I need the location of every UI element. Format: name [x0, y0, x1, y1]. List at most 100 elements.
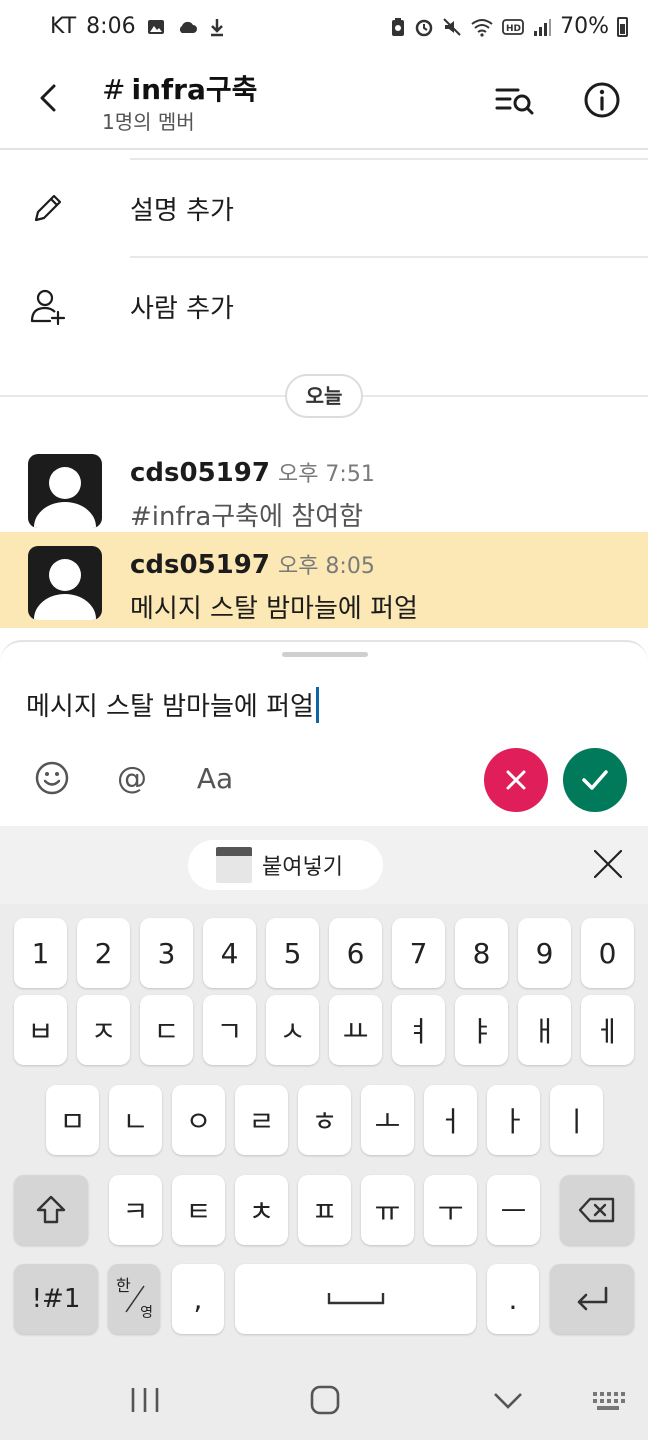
- recent-apps-icon[interactable]: [125, 1380, 165, 1420]
- mute-icon: [443, 17, 461, 36]
- key[interactable]: ㅓ: [424, 1085, 477, 1155]
- key[interactable]: 1: [14, 918, 67, 988]
- paste-button[interactable]: 붙여넣기: [188, 840, 383, 890]
- enter-icon: [577, 1286, 608, 1311]
- avatar[interactable]: [28, 546, 102, 620]
- home-icon[interactable]: [305, 1380, 345, 1420]
- emoji-button[interactable]: [30, 756, 74, 800]
- symbols-key[interactable]: !#1: [14, 1264, 98, 1334]
- key[interactable]: 0: [581, 918, 634, 988]
- wifi-icon: [471, 18, 493, 37]
- key[interactable]: ㅅ: [266, 995, 319, 1065]
- key[interactable]: ㅣ: [550, 1085, 603, 1155]
- clipboard-bar: 붙여넣기: [0, 826, 648, 904]
- key[interactable]: ㄴ: [109, 1085, 162, 1155]
- period-key[interactable]: .: [487, 1264, 539, 1334]
- hide-keyboard-icon[interactable]: [488, 1380, 528, 1420]
- message-text: 메시지 스탈 밤마늘에 퍼얼: [130, 594, 418, 624]
- message-input[interactable]: 메시지 스탈 밤마늘에 퍼얼: [26, 686, 319, 723]
- comma-key[interactable]: ,: [172, 1264, 224, 1334]
- clipboard-thumbnail-icon: [216, 847, 252, 883]
- key[interactable]: ㅕ: [392, 995, 445, 1065]
- pencil-icon: [34, 194, 62, 222]
- key[interactable]: 4: [203, 918, 256, 988]
- backspace-key[interactable]: [560, 1175, 634, 1245]
- gallery-icon: [147, 19, 164, 34]
- channel-title[interactable]: # infra구축: [102, 68, 257, 108]
- message-time: 오후 8:05: [277, 554, 375, 579]
- keyboard: 1234567890 ㅂㅈㄷㄱㅅㅛㅕㅑㅐㅔ ㅁㄴㅇㄹㅎㅗㅓㅏㅣ ㅋㅌㅊㅍㅠㅜㅡ …: [0, 904, 648, 1360]
- key[interactable]: ㅗ: [361, 1085, 414, 1155]
- add-people-label: 사람 추가: [130, 294, 234, 324]
- save-edit-button[interactable]: [563, 748, 627, 812]
- text-cursor: [315, 686, 319, 723]
- key[interactable]: ㅠ: [361, 1175, 414, 1245]
- key[interactable]: ㅛ: [329, 995, 382, 1065]
- shift-key[interactable]: [14, 1175, 88, 1245]
- cloud-icon: [179, 21, 197, 33]
- key[interactable]: ㅌ: [172, 1175, 225, 1245]
- add-people-row[interactable]: 사람 추가: [0, 258, 648, 354]
- key[interactable]: ㄱ: [203, 995, 256, 1065]
- key[interactable]: ㅁ: [46, 1085, 99, 1155]
- draft-text: 메시지 스탈 밤마늘에 퍼얼: [26, 692, 314, 722]
- key[interactable]: ㅂ: [14, 995, 67, 1065]
- info-icon[interactable]: [580, 78, 624, 122]
- key[interactable]: ㅐ: [518, 995, 571, 1065]
- channel-name: infra구축: [131, 73, 258, 106]
- message-author[interactable]: cds05197: [130, 550, 270, 580]
- drag-handle[interactable]: [282, 652, 368, 657]
- day-divider[interactable]: 오늘: [285, 374, 363, 418]
- add-description-row[interactable]: 설명 추가: [0, 160, 648, 256]
- keyboard-select-icon[interactable]: [590, 1380, 626, 1420]
- hd-icon: HD: [502, 18, 524, 35]
- slash-icon: [125, 1285, 145, 1313]
- key[interactable]: ㄹ: [235, 1085, 288, 1155]
- key[interactable]: ㄷ: [140, 995, 193, 1065]
- carrier-label: KT: [50, 14, 77, 39]
- message-item-highlighted[interactable]: cds05197 오후 8:05 메시지 스탈 밤마늘에 퍼얼: [0, 532, 648, 628]
- key[interactable]: 5: [266, 918, 319, 988]
- key[interactable]: ㅜ: [424, 1175, 477, 1245]
- checkmark-icon: [582, 770, 608, 790]
- space-bar-icon: [327, 1293, 384, 1305]
- key[interactable]: ㅋ: [109, 1175, 162, 1245]
- key[interactable]: 9: [518, 918, 571, 988]
- key[interactable]: 8: [455, 918, 508, 988]
- search-list-icon[interactable]: [492, 78, 536, 122]
- battery-icon: [617, 16, 628, 37]
- clock: 8:06: [86, 14, 136, 39]
- enter-key[interactable]: [550, 1264, 634, 1334]
- key[interactable]: ㅈ: [77, 995, 130, 1065]
- key[interactable]: ㅎ: [298, 1085, 351, 1155]
- lang-bottom-label: 영: [140, 1305, 153, 1321]
- key[interactable]: ㅡ: [487, 1175, 540, 1245]
- member-count[interactable]: 1명의 멤버: [102, 106, 195, 135]
- back-arrow-icon[interactable]: [30, 78, 70, 118]
- key[interactable]: ㅇ: [172, 1085, 225, 1155]
- key[interactable]: ㅍ: [298, 1175, 351, 1245]
- key[interactable]: ㅔ: [581, 995, 634, 1065]
- alarm-icon: [415, 19, 433, 36]
- space-key[interactable]: [235, 1264, 476, 1334]
- mention-button[interactable]: @: [110, 756, 154, 800]
- key[interactable]: ㅊ: [235, 1175, 288, 1245]
- cancel-edit-button[interactable]: [484, 748, 548, 812]
- message-composer: 메시지 스탈 밤마늘에 퍼얼 @ Aa: [0, 640, 648, 826]
- message-author[interactable]: cds05197: [130, 458, 270, 488]
- close-icon[interactable]: [590, 846, 626, 882]
- status-bar: KT 8:06 HD 70%: [0, 0, 648, 60]
- language-switch-key[interactable]: 한 영: [108, 1264, 160, 1334]
- backspace-icon: [578, 1197, 615, 1223]
- key[interactable]: 2: [77, 918, 130, 988]
- key[interactable]: ㅏ: [487, 1085, 540, 1155]
- battery-percent: 70%: [560, 14, 609, 39]
- format-button[interactable]: Aa: [190, 756, 240, 800]
- key[interactable]: ㅑ: [455, 995, 508, 1065]
- svg-text:HD: HD: [506, 24, 521, 34]
- key[interactable]: 3: [140, 918, 193, 988]
- avatar[interactable]: [28, 454, 102, 528]
- key[interactable]: 7: [392, 918, 445, 988]
- message-item[interactable]: cds05197 오후 7:51 #infra구축에 참여함: [0, 440, 648, 536]
- key[interactable]: 6: [329, 918, 382, 988]
